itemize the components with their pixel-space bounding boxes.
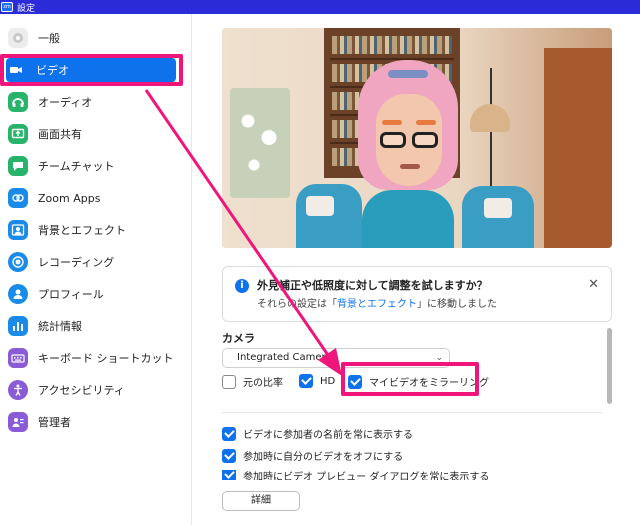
background-effects-link[interactable]: 背景とエフェクト bbox=[337, 299, 417, 310]
gear-icon bbox=[8, 28, 28, 48]
share-screen-icon bbox=[8, 124, 28, 144]
sidebar-item-background-effects[interactable]: 背景とエフェクト bbox=[8, 218, 180, 242]
info-icon: i bbox=[235, 279, 249, 293]
sidebar-item-label: チームチャット bbox=[38, 160, 115, 173]
checkbox-box[interactable] bbox=[222, 470, 236, 480]
zoom-logo-icon: zm bbox=[1, 2, 13, 12]
highlight-video-item-frame bbox=[0, 54, 183, 86]
sidebar-item-label: 背景とエフェクト bbox=[38, 224, 126, 237]
sidebar-item-share-screen[interactable]: 画面共有 bbox=[8, 122, 180, 146]
sidebar-item-label: アクセシビリティ bbox=[38, 384, 125, 397]
title-bar: zm 設定 bbox=[0, 0, 640, 14]
sidebar-item-profile[interactable]: プロフィール bbox=[8, 282, 180, 306]
sidebar-item-label: Zoom Apps bbox=[38, 191, 101, 205]
sidebar-item-general[interactable]: 一般 bbox=[8, 26, 180, 50]
close-icon[interactable]: ✕ bbox=[588, 277, 599, 292]
sidebar-item-recording[interactable]: レコーディング bbox=[8, 250, 180, 274]
checkbox-box[interactable] bbox=[222, 448, 236, 463]
background-icon bbox=[8, 220, 28, 240]
sidebar-item-label: 統計情報 bbox=[38, 320, 82, 333]
sidebar-item-team-chat[interactable]: チームチャット bbox=[8, 154, 180, 178]
video-preview bbox=[222, 28, 612, 248]
accessibility-icon bbox=[8, 380, 28, 400]
admin-icon bbox=[8, 412, 28, 432]
sidebar-item-label: プロフィール bbox=[38, 288, 104, 301]
chat-icon bbox=[8, 156, 28, 176]
wall-picture bbox=[230, 88, 290, 198]
checkbox-box[interactable] bbox=[299, 374, 313, 388]
headphones-icon bbox=[8, 92, 28, 112]
sidebar-item-label: オーディオ bbox=[38, 96, 93, 109]
hd-checkbox[interactable]: HD bbox=[299, 374, 335, 388]
scrollbar[interactable] bbox=[607, 328, 612, 404]
turn-off-video-checkbox[interactable]: 参加時に自分のビデオをオフにする bbox=[222, 448, 403, 463]
video-settings-panel: i 外見補正や低照度に対して調整を試しますか？ それらの設定は「背景とエフェクト… bbox=[193, 14, 640, 525]
sidebar-item-audio[interactable]: オーディオ bbox=[8, 90, 180, 114]
original-ratio-checkbox[interactable]: 元の比率 bbox=[222, 374, 283, 389]
sidebar-item-label: 管理者 bbox=[38, 416, 71, 429]
sidebar-item-admin[interactable]: 管理者 bbox=[8, 410, 180, 434]
record-icon bbox=[8, 252, 28, 272]
sidebar-item-statistics[interactable]: 統計情報 bbox=[8, 314, 180, 338]
advanced-button[interactable]: 詳細 bbox=[222, 491, 300, 511]
appearance-notice: i 外見補正や低照度に対して調整を試しますか？ それらの設定は「背景とエフェクト… bbox=[222, 266, 612, 322]
video-preview-dialog-checkbox[interactable]: 参加時にビデオ プレビュー ダイアログを常に表示する bbox=[222, 470, 489, 480]
sidebar-item-keyboard-shortcuts[interactable]: キーボード ショートカット bbox=[8, 346, 180, 370]
notice-body: それらの設定は「背景とエフェクト」に移動しました bbox=[257, 299, 497, 310]
highlight-mirror-frame bbox=[341, 362, 479, 396]
notice-title: 外見補正や低照度に対して調整を試しますか？ bbox=[257, 279, 488, 292]
apps-icon bbox=[8, 188, 28, 208]
show-names-checkbox[interactable]: ビデオに参加者の名前を常に表示する bbox=[222, 426, 413, 441]
camera-label: カメラ bbox=[222, 332, 255, 345]
window-title: 設定 bbox=[17, 3, 36, 14]
checkbox-box[interactable] bbox=[222, 374, 236, 389]
sidebar-item-label: レコーディング bbox=[38, 256, 115, 269]
sidebar-item-label: 一般 bbox=[38, 32, 60, 45]
checkbox-box[interactable] bbox=[222, 426, 236, 441]
keyboard-icon bbox=[8, 348, 28, 368]
sidebar-item-accessibility[interactable]: アクセシビリティ bbox=[8, 378, 180, 402]
sidebar-item-label: キーボード ショートカット bbox=[38, 352, 174, 365]
settings-sidebar: 一般 ビデオ オーディオ 画面共有 チームチャット Zoom Apps 背景とエ… bbox=[0, 14, 192, 525]
sidebar-item-label: 画面共有 bbox=[38, 128, 82, 141]
profile-icon bbox=[8, 284, 28, 304]
sidebar-item-zoom-apps[interactable]: Zoom Apps bbox=[8, 186, 180, 210]
stats-icon bbox=[8, 316, 28, 336]
